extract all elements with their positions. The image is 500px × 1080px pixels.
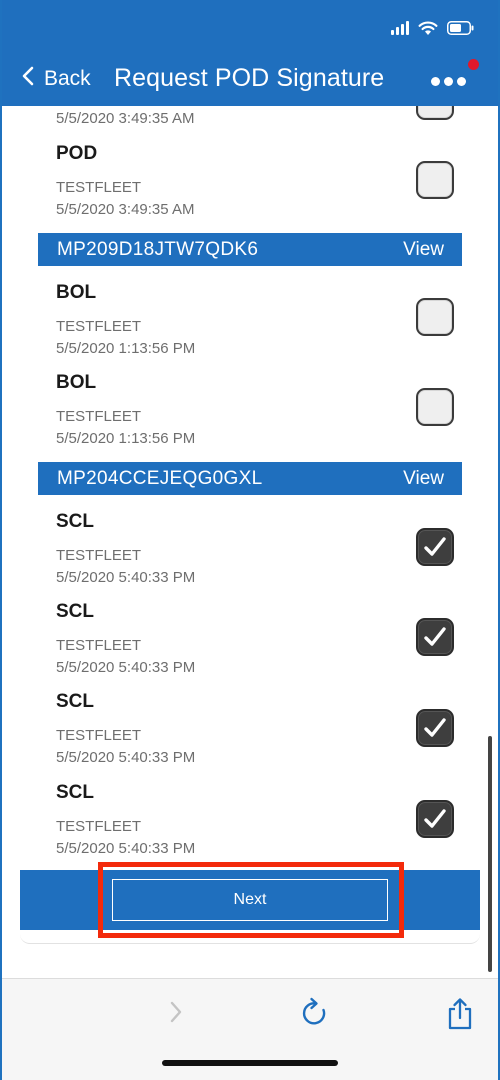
group-id: MP204CCEJEQG0GXL	[57, 468, 263, 489]
chevron-left-icon	[22, 66, 34, 92]
item-title: SCL	[56, 511, 94, 532]
list-item: BOL TESTFLEET 5/5/2020 1:13:56 PM	[2, 369, 492, 459]
document-checkbox[interactable]	[416, 161, 454, 199]
document-checkbox[interactable]	[416, 528, 454, 566]
list-item: POD TESTFLEET 5/5/2020 3:49:35 AM	[2, 140, 492, 230]
list-item: SCL TESTFLEET 5/5/2020 5:40:33 PM	[2, 779, 492, 869]
list-item: SCL TESTFLEET 5/5/2020 5:40:33 PM	[2, 688, 492, 778]
item-title: SCL	[56, 601, 94, 622]
wifi-icon	[418, 21, 438, 36]
item-date: 5/5/2020 5:40:33 PM	[56, 569, 196, 586]
notification-badge	[468, 59, 479, 70]
page-title: Request POD Signature	[114, 64, 385, 92]
item-title: BOL	[56, 282, 97, 303]
frame-border	[0, 0, 2, 1080]
card-edge	[20, 930, 480, 944]
group-id: MP209D18JTW7QDK6	[57, 239, 259, 260]
back-label: Back	[44, 67, 91, 90]
item-date: 5/5/2020 5:40:33 PM	[56, 659, 196, 676]
list-item: SCL TESTFLEET 5/5/2020 5:40:33 PM	[2, 598, 492, 688]
group-header: MP209D18JTW7QDK6 View	[38, 233, 462, 266]
home-indicator[interactable]	[162, 1060, 338, 1066]
item-date: 5/5/2020 5:40:33 PM	[56, 840, 196, 857]
document-checkbox[interactable]	[416, 298, 454, 336]
document-checkbox[interactable]	[416, 618, 454, 656]
group-header: MP204CCEJEQG0GXL View	[38, 462, 462, 495]
item-title: SCL	[56, 691, 94, 712]
battery-icon	[447, 21, 474, 35]
highlight-box	[98, 862, 404, 938]
status-bar	[391, 18, 474, 38]
item-title: SCL	[56, 782, 94, 803]
item-fleet: TESTFLEET	[56, 727, 142, 744]
document-checkbox[interactable]	[416, 709, 454, 747]
item-date: 5/5/2020 3:49:35 AM	[56, 110, 195, 127]
document-checkbox[interactable]	[416, 106, 454, 120]
document-list[interactable]: 5/5/2020 3:49:35 AM POD TESTFLEET 5/5/20…	[2, 106, 492, 949]
list-item: SCL TESTFLEET 5/5/2020 5:40:33 PM	[2, 508, 492, 598]
refresh-icon[interactable]	[300, 997, 330, 1034]
checkmark-icon	[424, 718, 446, 737]
chevron-right-icon[interactable]	[168, 999, 184, 1030]
item-fleet: TESTFLEET	[56, 318, 142, 335]
share-icon[interactable]	[446, 997, 474, 1036]
checkmark-icon	[424, 809, 446, 828]
checkmark-icon	[424, 537, 446, 556]
document-checkbox[interactable]	[416, 800, 454, 838]
list-item: 5/5/2020 3:49:35 AM	[2, 106, 492, 140]
item-fleet: TESTFLEET	[56, 547, 142, 564]
scrollbar[interactable]	[488, 736, 492, 972]
more-dots-icon[interactable]	[431, 77, 466, 86]
item-date: 5/5/2020 1:13:56 PM	[56, 430, 196, 447]
view-link[interactable]: View	[403, 239, 444, 261]
view-link[interactable]: View	[403, 468, 444, 490]
list-item: BOL TESTFLEET 5/5/2020 1:13:56 PM	[2, 279, 492, 369]
item-fleet: TESTFLEET	[56, 179, 142, 196]
item-title: POD	[56, 143, 98, 164]
item-fleet: TESTFLEET	[56, 408, 142, 425]
app-header: Back Request POD Signature	[0, 0, 500, 106]
cellular-signal-icon	[391, 21, 409, 35]
item-title: BOL	[56, 372, 97, 393]
item-fleet: TESTFLEET	[56, 637, 142, 654]
item-date: 5/5/2020 5:40:33 PM	[56, 749, 196, 766]
back-button[interactable]: Back	[22, 66, 91, 92]
item-date: 5/5/2020 1:13:56 PM	[56, 340, 196, 357]
document-checkbox[interactable]	[416, 388, 454, 426]
item-date: 5/5/2020 3:49:35 AM	[56, 201, 195, 218]
checkmark-icon	[424, 627, 446, 646]
item-fleet: TESTFLEET	[56, 818, 142, 835]
